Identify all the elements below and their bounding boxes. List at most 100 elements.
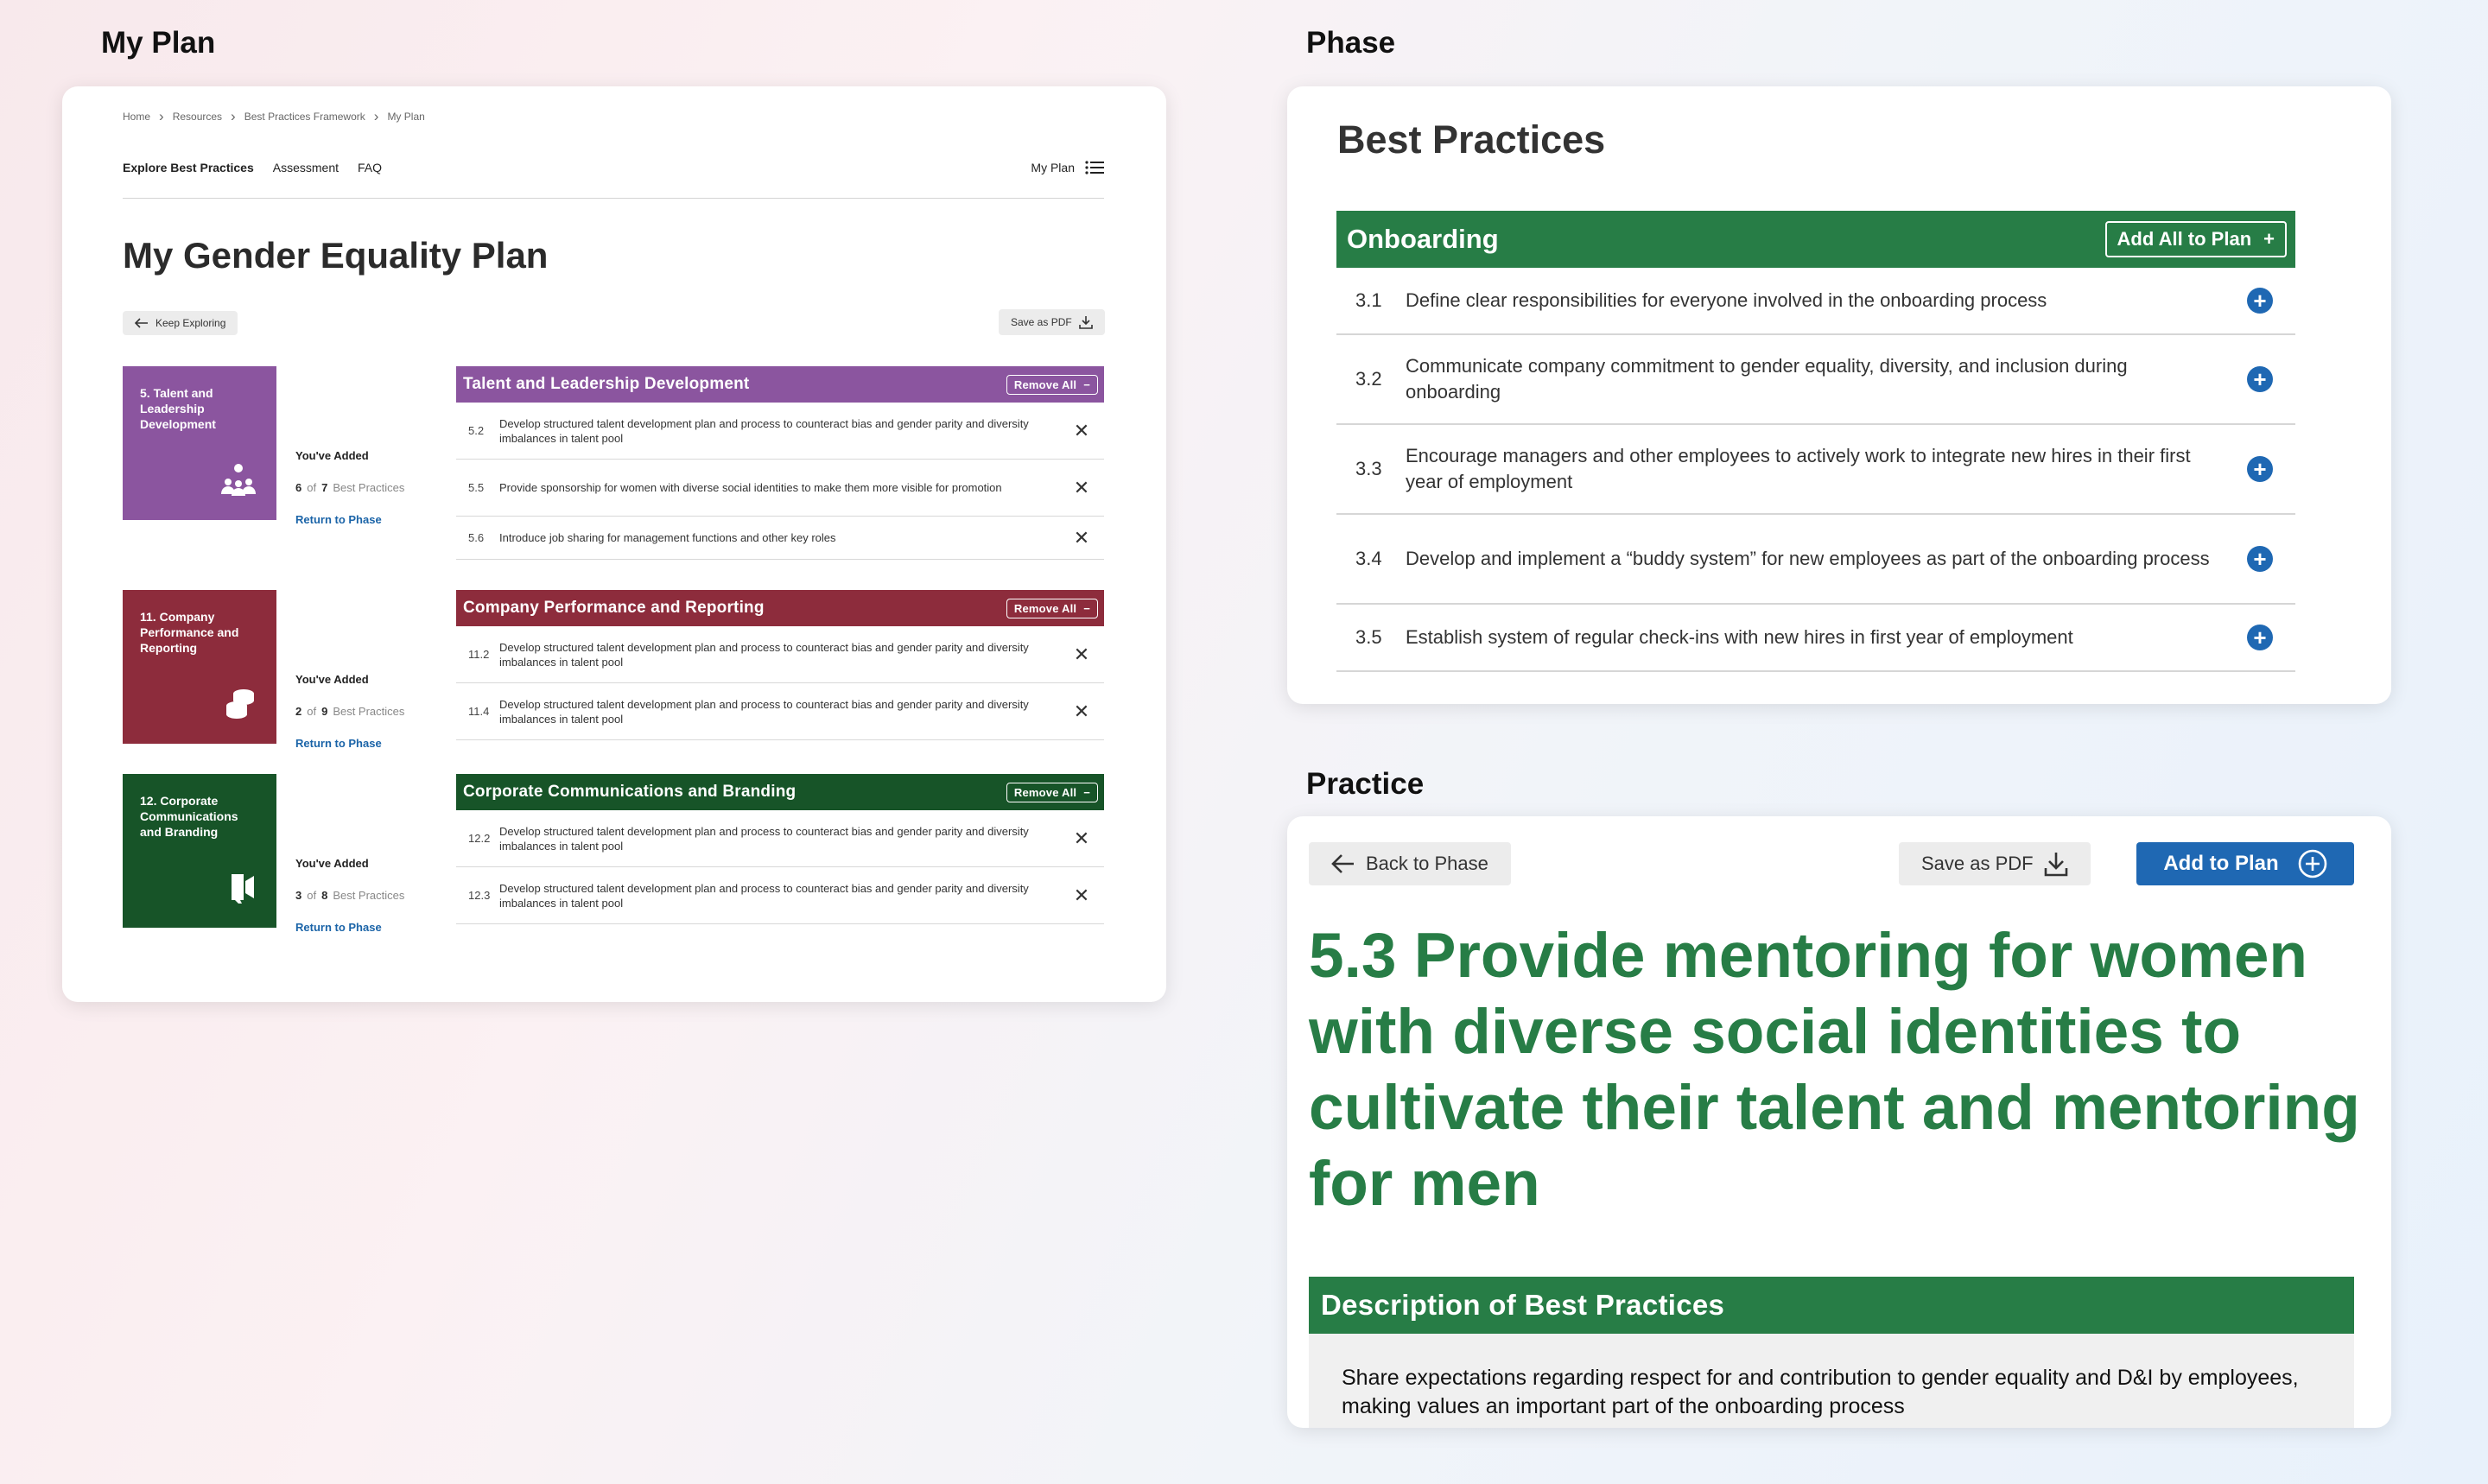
close-icon[interactable]: ✕ — [1059, 422, 1104, 441]
remove-all-button[interactable]: Remove All − — [1006, 598, 1098, 618]
return-to-phase-link[interactable]: Return to Phase — [295, 921, 404, 934]
added-label: You've Added — [295, 449, 369, 462]
added-total: 7 — [321, 481, 328, 494]
added-summary: You've Added 3 of 8 Best Practices Return t… — [295, 857, 404, 934]
close-icon[interactable]: ✕ — [1059, 529, 1104, 548]
save-pdf-button[interactable]: Save as PDF — [999, 309, 1105, 335]
practice-text: Develop structured talent development pl… — [499, 824, 1029, 853]
practice-text: Encourage managers and other employees t… — [1406, 445, 2191, 492]
add-all-to-plan-button[interactable]: Add All to Plan + — [2104, 221, 2287, 257]
add-circle-icon[interactable]: + — [2247, 546, 2273, 572]
add-circle-icon[interactable]: + — [2247, 288, 2273, 314]
minus-icon: − — [1083, 785, 1090, 799]
phase-tile-performance[interactable]: 11. Company Performance and Reporting — [123, 590, 276, 744]
save-pdf-label: Save as PDF — [1011, 316, 1072, 328]
added-unit: Best Practices — [333, 705, 405, 718]
practice-number: 3.3 — [1355, 458, 1382, 479]
keep-exploring-label: Keep Exploring — [156, 317, 226, 329]
save-pdf-button[interactable]: Save as PDF — [1899, 842, 2091, 885]
practice-number: 3.1 — [1355, 289, 1382, 311]
plan-practice-row: 12.3 Develop structured talent developme… — [456, 867, 1104, 924]
minus-icon: − — [1083, 377, 1090, 391]
added-of: of — [307, 705, 317, 718]
download-icon — [2044, 853, 2067, 877]
keep-exploring-button[interactable]: Keep Exploring — [123, 311, 238, 335]
add-circle-icon[interactable]: + — [2247, 456, 2273, 482]
arrow-left-icon — [135, 318, 148, 328]
close-icon[interactable]: ✕ — [1059, 886, 1104, 905]
category-bar-onboarding: Onboarding Add All to Plan + — [1336, 211, 2295, 268]
page-title: My Gender Equality Plan — [123, 235, 549, 276]
added-count: 3 — [295, 889, 302, 902]
phase-practice-row: 3.1 Define clear responsibilities for ev… — [1336, 268, 2295, 335]
nav-my-plan-label: My Plan — [1031, 161, 1075, 174]
people-network-icon — [221, 461, 256, 496]
category-bar-title: Company Performance and Reporting — [463, 599, 765, 617]
plan-practice-row: 11.2 Develop structured talent developme… — [456, 626, 1104, 683]
phase-tile-title: 5. Talent and Leadership Development — [140, 386, 216, 431]
add-to-plan-button[interactable]: Add to Plan — [2136, 842, 2354, 885]
nav-my-plan[interactable]: My Plan — [1031, 161, 1104, 174]
add-to-plan-label: Add to Plan — [2163, 852, 2279, 875]
practice-number: 11.4 — [468, 705, 490, 718]
added-total: 9 — [321, 705, 328, 718]
practice-number: 12.2 — [468, 832, 491, 845]
section-label-phase: Phase — [1306, 26, 1396, 60]
plan-practice-row: 5.5 Provide sponsorship for women with d… — [456, 460, 1104, 517]
breadcrumb-resources[interactable]: Resources — [173, 111, 222, 123]
close-icon[interactable]: ✕ — [1059, 702, 1104, 721]
phase-tile-title: 11. Company Performance and Reporting — [140, 610, 239, 655]
description-body: Share expectations regarding respect for… — [1309, 1334, 2354, 1428]
return-to-phase-link[interactable]: Return to Phase — [295, 513, 404, 526]
plan-practice-row: 5.6 Introduce job sharing for management… — [456, 517, 1104, 560]
nav-assessment[interactable]: Assessment — [273, 161, 339, 174]
practice-text: Develop and implement a “buddy system” f… — [1406, 548, 2210, 569]
arrow-left-icon — [1331, 854, 1354, 873]
remove-all-label: Remove All — [1013, 377, 1077, 391]
remove-all-label: Remove All — [1013, 785, 1077, 799]
practice-text: Provide sponsorship for women with diver… — [499, 481, 1002, 494]
nav-explore-best-practices[interactable]: Explore Best Practices — [123, 161, 254, 174]
back-to-phase-button[interactable]: Back to Phase — [1309, 842, 1511, 885]
phase-title: Best Practices — [1337, 117, 1606, 162]
add-circle-icon — [2298, 849, 2326, 878]
phase-tile-title: 12. Corporate Communications and Brandin… — [140, 794, 238, 839]
breadcrumb: Home › Resources › Best Practices Framew… — [123, 108, 425, 124]
practice-text: Develop structured talent development pl… — [499, 881, 1029, 910]
category-bar-title: Talent and Leadership Development — [463, 375, 750, 393]
chevron-right-icon: › — [373, 108, 379, 124]
add-circle-icon[interactable]: + — [2247, 366, 2273, 392]
phase-practice-row: 3.3 Encourage managers and other employe… — [1336, 425, 2295, 515]
coins-icon — [225, 688, 256, 720]
plan-practice-row: 12.2 Develop structured talent developme… — [456, 810, 1104, 867]
practice-number: 3.4 — [1355, 548, 1382, 569]
remove-all-button[interactable]: Remove All − — [1006, 782, 1098, 802]
add-all-label: Add All to Plan — [2117, 228, 2252, 250]
added-unit: Best Practices — [333, 889, 405, 902]
return-to-phase-link[interactable]: Return to Phase — [295, 737, 404, 750]
breadcrumb-framework[interactable]: Best Practices Framework — [244, 111, 365, 123]
practice-text: Introduce job sharing for management fun… — [499, 531, 836, 544]
practice-title: 5.3 Provide mentoring for women with div… — [1309, 921, 2360, 1219]
added-of: of — [307, 481, 317, 494]
practice-number: 5.5 — [468, 481, 485, 494]
close-icon[interactable]: ✕ — [1059, 829, 1104, 848]
remove-all-button[interactable]: Remove All − — [1006, 374, 1098, 395]
phase-practice-row: 3.5 Establish system of regular check-in… — [1336, 605, 2295, 672]
practice-number: 3.5 — [1355, 626, 1382, 648]
phase-card: Best Practices Onboarding Add All to Pla… — [1287, 86, 2391, 704]
close-icon[interactable]: ✕ — [1059, 645, 1104, 664]
practice-text: Develop structured talent development pl… — [499, 640, 1029, 669]
list-icon — [1085, 161, 1104, 174]
practice-number: 12.3 — [468, 889, 491, 902]
nav-faq[interactable]: FAQ — [358, 161, 382, 174]
practice-card: Back to Phase Save as PDF Add to Plan 5.… — [1287, 816, 2391, 1428]
close-icon[interactable]: ✕ — [1059, 479, 1104, 498]
add-circle-icon[interactable]: + — [2247, 625, 2273, 650]
phase-tile-communications[interactable]: 12. Corporate Communications and Brandin… — [123, 774, 276, 928]
added-unit: Best Practices — [333, 481, 405, 494]
category-bar-title: Onboarding — [1347, 224, 1499, 254]
phase-tile-talent[interactable]: 5. Talent and Leadership Development — [123, 366, 276, 520]
breadcrumb-home[interactable]: Home — [123, 111, 150, 123]
breadcrumb-my-plan: My Plan — [387, 111, 425, 123]
